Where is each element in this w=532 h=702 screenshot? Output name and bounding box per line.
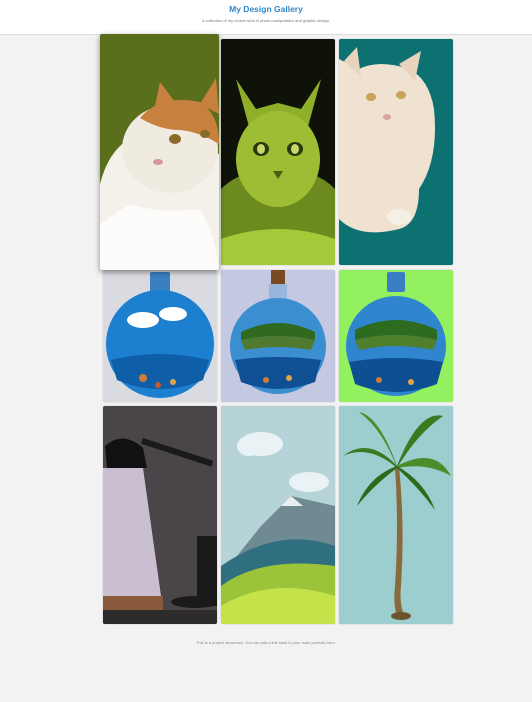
gallery-item-bottle-island-lime[interactable] — [339, 270, 453, 402]
gallery-item-bottle-reef-clouds[interactable] — [103, 270, 217, 402]
palm-tree-image — [339, 406, 453, 624]
calico-cat-image — [100, 34, 219, 270]
gallery-item-cream-cat[interactable] — [339, 39, 453, 265]
bottle-island-lime-image — [339, 270, 453, 402]
cream-cat-image — [339, 39, 453, 265]
gallery-item-landscape[interactable] — [221, 406, 335, 624]
gallery-item-bottle-island-lavender[interactable] — [221, 270, 335, 402]
desk-lamp-image — [103, 406, 217, 624]
landscape-image — [221, 406, 335, 624]
gallery-item-green-cat[interactable] — [221, 39, 335, 265]
gallery-item-palm-tree[interactable] — [339, 406, 453, 624]
footer-note: This is a project showcase. You can add … — [196, 640, 336, 645]
gallery-grid — [0, 0, 532, 702]
bottle-reef-clouds-image — [103, 270, 217, 402]
green-cat-image — [221, 39, 335, 265]
gallery-item-calico-cat[interactable] — [100, 34, 219, 270]
gallery-item-desk-lamp[interactable] — [103, 406, 217, 624]
bottle-island-lavender-image — [221, 270, 335, 402]
